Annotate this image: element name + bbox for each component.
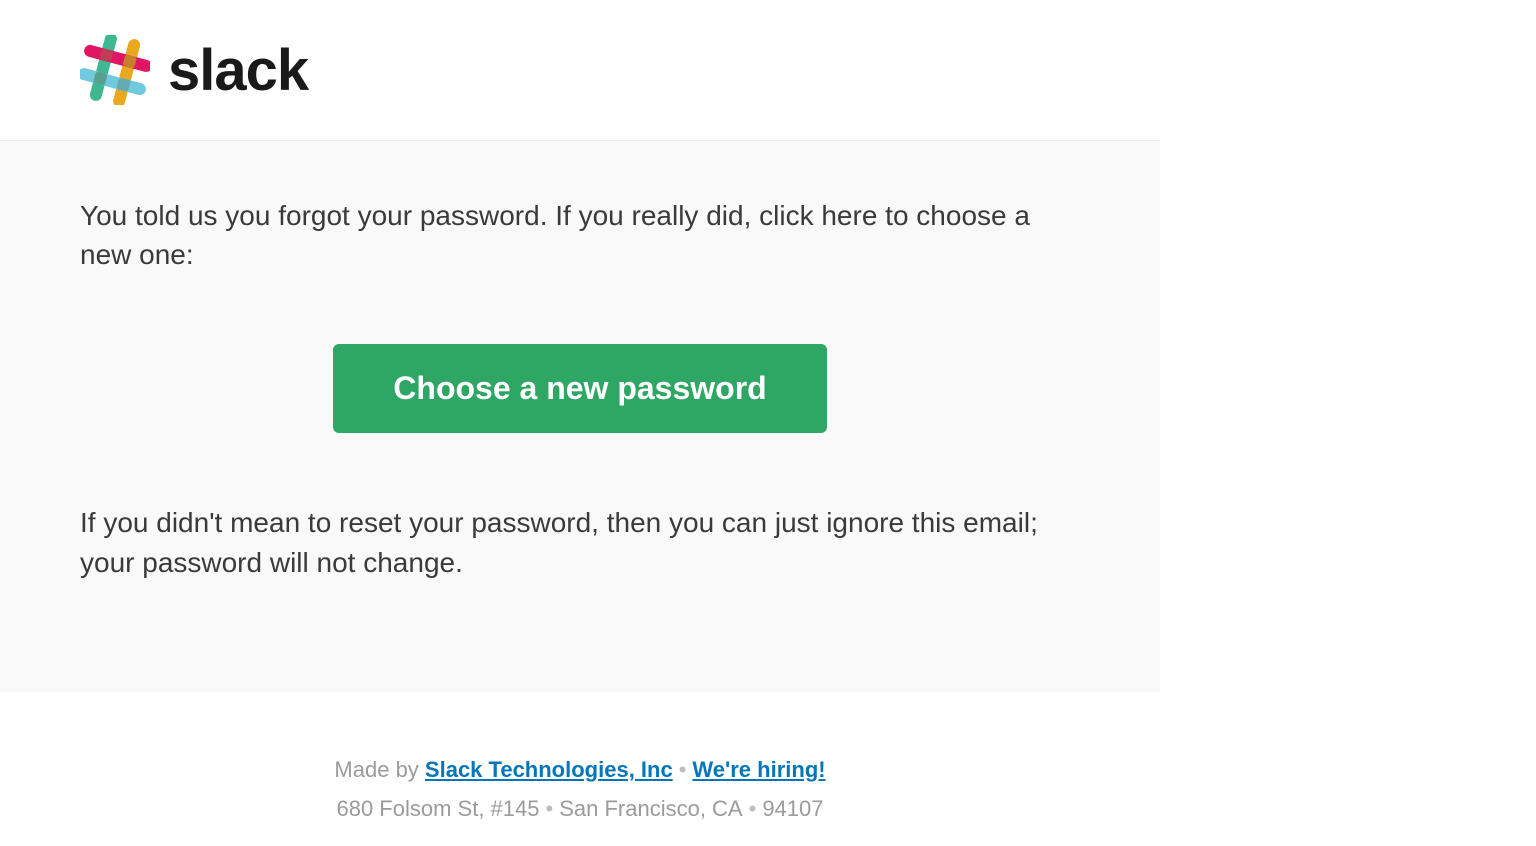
separator-dot: • [546, 796, 554, 821]
cta-wrap: Choose a new password [80, 344, 1080, 433]
email-header: slack [0, 0, 1160, 140]
email-footer: Made by Slack Technologies, Inc•We're hi… [0, 692, 1160, 846]
brand-logo: slack [80, 35, 1160, 105]
company-link[interactable]: Slack Technologies, Inc [425, 757, 673, 782]
made-by-label: Made by [334, 757, 425, 782]
address-zip: 94107 [762, 796, 823, 821]
choose-new-password-button[interactable]: Choose a new password [333, 344, 826, 433]
outro-text: If you didn't mean to reset your passwor… [80, 503, 1080, 581]
email-body: You told us you forgot your password. If… [0, 140, 1160, 692]
address-street: 680 Folsom St, #145 [336, 796, 539, 821]
separator-dot: • [749, 796, 757, 821]
separator-dot: • [679, 757, 687, 782]
slack-hash-icon [80, 35, 150, 105]
footer-line-2: 680 Folsom St, #145•San Francisco, CA•94… [80, 791, 1080, 826]
intro-text: You told us you forgot your password. If… [80, 196, 1080, 274]
hiring-link[interactable]: We're hiring! [692, 757, 825, 782]
brand-name: slack [168, 37, 308, 104]
email-container: slack You told us you forgot your passwo… [0, 0, 1160, 846]
address-city: San Francisco, CA [559, 796, 742, 821]
footer-line-1: Made by Slack Technologies, Inc•We're hi… [80, 752, 1080, 787]
